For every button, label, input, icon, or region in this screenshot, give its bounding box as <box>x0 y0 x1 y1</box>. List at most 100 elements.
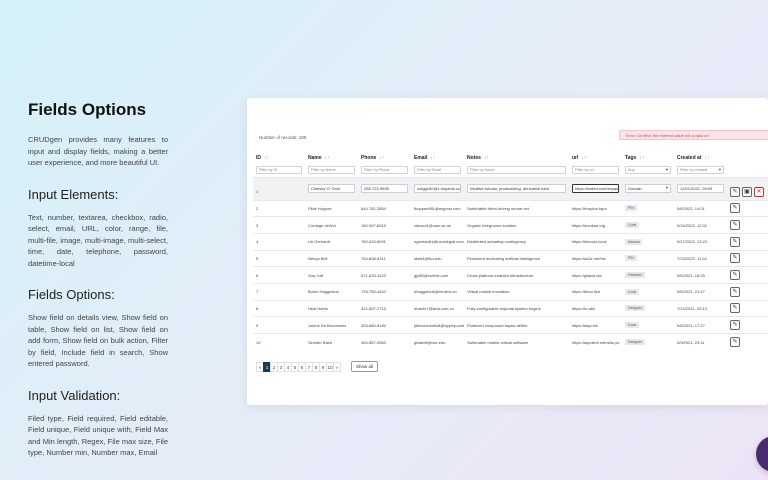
table-row[interactable]: 7 Burke Haggeston 733-750-4442 bhaggston6@r… <box>253 282 768 301</box>
edit-icon[interactable]: ✎ <box>730 303 740 314</box>
cell-notes: Distributed actuating contingency <box>464 232 569 251</box>
edit-icon[interactable]: ✎ <box>730 203 740 214</box>
cell-email: fhoppes981@mypost.com <box>411 199 464 217</box>
cell-name: Gay Juff <box>305 266 358 284</box>
cell-name: Cordage deWol <box>305 216 358 234</box>
trash-icon[interactable]: ✕ <box>754 186 764 197</box>
cell-phone: 150-597-6019 <box>358 216 411 234</box>
tag-badge: PIN <box>625 255 637 262</box>
table-row[interactable]: 8 Heal Harris 321-897-2715 hharris7@sina.co… <box>253 299 768 317</box>
cell-name: Nenya Bell <box>305 249 358 267</box>
cell-email: gjuff5@surfbiz.com <box>411 266 464 284</box>
cell-email: jdebroomnels8@xippey.com <box>411 316 464 334</box>
save-icon[interactable]: ▣ <box>742 186 752 197</box>
table-row[interactable]: 6 Gay Juff 571-633-4423 gjuff5@surfbiz.com C… <box>253 266 768 284</box>
cell-created: 6/17/2022, 13:23 <box>674 232 727 251</box>
filter-email-input[interactable]: Filter by Email <box>414 166 461 175</box>
section-heading-input-validation: Input Validation: <box>28 387 121 403</box>
col-header-email[interactable]: Email ↓↑ <box>411 152 464 164</box>
table-row[interactable]: 4 Uri Gerhardt 760-833-8091 ugerhardt1@ucvi… <box>253 232 768 251</box>
edit-icon[interactable]: ✎ <box>730 186 740 197</box>
edit-url-input[interactable]: https://tuslett.com/expand <box>572 184 619 193</box>
cell-phone: 321-897-2715 <box>358 299 411 317</box>
cell-url: https://aspdevil.mensho.yo <box>569 333 622 351</box>
cell-created: 5/6/2022, 14:01 <box>674 199 727 217</box>
cell-email: gbash9@cue.edu <box>411 333 464 351</box>
cell-id: 2 <box>253 199 305 217</box>
col-header-notes[interactable]: Notes ↓↑ <box>464 152 569 164</box>
filter-name-input[interactable]: Filter by Name <box>308 166 355 175</box>
col-header-name[interactable]: Name ↓↑ <box>305 152 358 164</box>
sort-icon[interactable]: ↓↑ <box>325 155 330 161</box>
show-all-button[interactable]: Show all <box>351 361 379 372</box>
filter-created-select[interactable]: Filter by created <box>677 166 724 175</box>
cell-id: 3 <box>253 216 305 234</box>
filter-id-input[interactable]: Filter by ID <box>256 166 302 175</box>
sort-icon[interactable]: ↓↑ <box>430 155 435 161</box>
page-button[interactable]: » <box>333 361 341 372</box>
table-row[interactable]: 5 Nenya Bell 764-838-5311 sbell4@fsu.edu Per… <box>253 249 768 267</box>
cell-url: https://dumkao.org <box>569 216 622 234</box>
sort-icon[interactable]: ↓↑ <box>484 155 489 161</box>
edit-icon[interactable]: ✎ <box>730 236 740 247</box>
edit-tag-select[interactable]: Domain <box>625 184 671 193</box>
table-row[interactable]: 2 Filde Hoppes 644-781-2854 fhoppes981@mypo… <box>253 199 768 217</box>
edit-name-input[interactable]: Chelsey O' Grull <box>308 184 355 193</box>
cell-notes: Cross-platform-enabled infrastructure <box>464 266 569 284</box>
edit-notes-input[interactable]: Intuitive tubular, productizing, derivat… <box>467 184 566 193</box>
col-header-actions <box>727 152 768 164</box>
edit-icon[interactable]: ✎ <box>730 220 740 231</box>
cell-id: 8 <box>253 299 305 317</box>
inline-edit-row: 1 Chelsey O' Grull 256-722-9639 cofgg160… <box>253 176 768 200</box>
cell-url: https://bima.fish <box>569 282 622 301</box>
sort-icon[interactable]: ↓↑ <box>379 155 384 161</box>
edit-icon[interactable]: ✎ <box>730 270 740 281</box>
cell-url: https://ad2z.net/hw <box>569 249 622 267</box>
tag-badge: Code <box>625 288 640 295</box>
sort-icon[interactable]: ↓↑ <box>639 155 644 161</box>
edit-email-input[interactable]: cofgg160@1-hispeds.co <box>414 184 461 193</box>
edit-icon[interactable]: ✎ <box>730 286 740 297</box>
col-header-url[interactable]: url ↓↑ <box>569 152 622 164</box>
cell-notes: Virtual mobile emulation <box>464 282 569 301</box>
section-heading-input-elements: Input Elements: <box>28 186 119 202</box>
cell-created: 7/14/2021, 03:13 <box>674 299 727 317</box>
col-header-phone[interactable]: Phone ↓↑ <box>358 152 411 164</box>
sort-icon[interactable]: ↓↑ <box>704 155 709 161</box>
header-row: ID ↓↑ Name ↓↑ Phone ↓↑ Email ↓↑ Notes ↓↑ url ↓… <box>253 152 768 164</box>
sort-icon[interactable]: ↓↑ <box>581 155 586 161</box>
cell-url: https://lemodo.local <box>569 232 622 251</box>
sort-icon[interactable]: ↓↑ <box>264 155 269 161</box>
table-row[interactable]: 3 Cordage deWol 150-597-6019 cdewol1@cam.ac… <box>253 216 768 234</box>
col-header-created[interactable]: Created at ↓↑ <box>674 152 727 164</box>
chat-bubble-button[interactable] <box>756 436 768 472</box>
filter-tags-select[interactable]: Any <box>625 166 671 175</box>
section-heading-fields-options: Fields Options: <box>28 287 115 302</box>
cell-url: https://hospice.tapo <box>569 199 622 217</box>
cell-name: Sirinder Bash <box>305 333 358 351</box>
cell-name: Heal Harris <box>305 299 358 317</box>
cell-created: 5/8/2021, 17:27 <box>674 316 727 334</box>
filter-url-input[interactable]: Filter by url <box>572 166 619 175</box>
edit-icon[interactable]: ✎ <box>730 337 740 348</box>
cell-created: 5/16/2022, 12:02 <box>674 216 727 234</box>
filter-notes-input[interactable]: Filter by Notes <box>467 166 566 175</box>
tag-badge: Designer <box>625 305 646 312</box>
edit-icon[interactable]: ✎ <box>730 320 740 331</box>
table-row[interactable]: 10 Sirinder Bash 454-567-9563 gbash9@cue.ed… <box>253 333 768 351</box>
cell-id: 10 <box>253 333 305 351</box>
edit-icon[interactable]: ✎ <box>730 253 740 264</box>
edit-created-input[interactable]: 12/01/2021, 09:00 <box>677 184 724 193</box>
col-header-id[interactable]: ID ↓↑ <box>253 152 305 164</box>
cell-name: Uri Gerhardt <box>305 232 358 251</box>
cell-url: https://aiqa.ink <box>569 316 622 334</box>
cell-created: 5/5/2021, 18:25 <box>674 266 727 284</box>
cell-phone: 303-680-8184 <box>358 316 411 334</box>
edit-phone-input[interactable]: 256-722-9639 <box>361 184 408 193</box>
cell-phone: 644-781-2854 <box>358 199 411 217</box>
cell-notes: Organic foreground solution <box>464 216 569 234</box>
col-header-tags[interactable]: Tags ↓↑ <box>622 152 674 164</box>
filter-row: Filter by ID Filter by Name Filter by Ph… <box>253 164 768 177</box>
filter-phone-input[interactable]: Filter by Phone <box>361 166 408 175</box>
table-row[interactable]: 9 Jolene De Broomnels 303-680-8184 jdebroom… <box>253 316 768 334</box>
